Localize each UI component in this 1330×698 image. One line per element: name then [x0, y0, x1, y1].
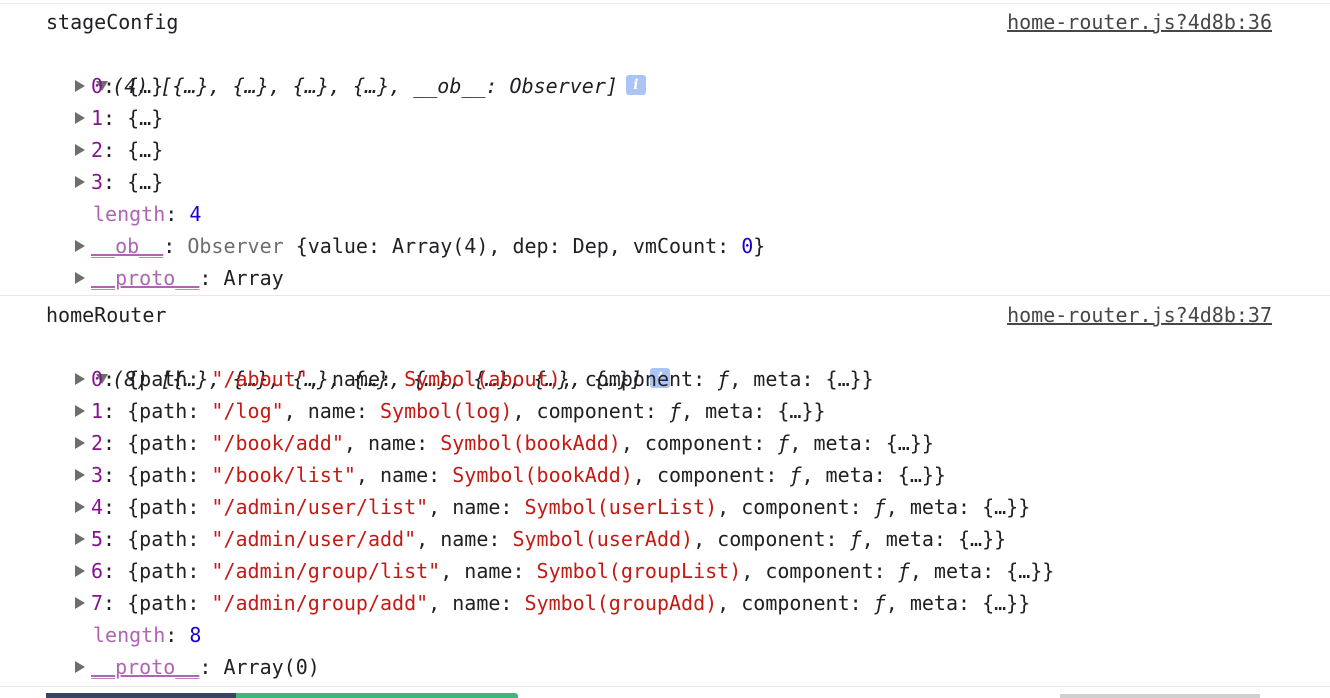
observer-property[interactable]: __ob__: Observer {value: Array(4), dep: …: [75, 230, 765, 262]
expand-triangle-right-icon[interactable]: [75, 372, 85, 385]
info-icon[interactable]: i: [625, 74, 646, 95]
route-path: "/admin/user/add": [211, 527, 417, 551]
expand-triangle-right-icon[interactable]: [75, 79, 85, 92]
route-path: "/book/add": [211, 431, 344, 455]
expand-triangle-right-icon[interactable]: [75, 564, 85, 577]
length-value: 4: [189, 202, 202, 226]
route-name: Symbol(log): [380, 399, 513, 423]
route-name: Symbol(userAdd): [512, 527, 694, 551]
function-glyph: ƒ: [873, 495, 886, 519]
route-entry[interactable]: 2: {path: "/book/add", name: Symbol(book…: [75, 427, 934, 459]
route-path: "/admin/user/list": [211, 495, 429, 519]
route-path: "/about": [211, 367, 308, 391]
function-glyph: ƒ: [873, 591, 886, 615]
route-name: Symbol(about): [404, 367, 561, 391]
log-label: homeRouter: [46, 303, 167, 327]
proto-key: __proto__: [91, 266, 200, 290]
expand-triangle-right-icon[interactable]: [75, 436, 85, 449]
length-key: length: [93, 202, 166, 226]
proto-key: __proto__: [91, 655, 200, 679]
expand-triangle-right-icon[interactable]: [75, 111, 85, 124]
array-entry[interactable]: 0: {…}: [75, 70, 163, 102]
entry-index: 1: [91, 399, 104, 423]
entry-index: 5: [91, 527, 104, 551]
expand-triangle-right-icon[interactable]: [75, 143, 85, 156]
route-path: "/admin/group/list": [211, 559, 441, 583]
route-path: "/book/list": [211, 463, 356, 487]
log-label: stageConfig: [46, 10, 179, 34]
length-value: 8: [189, 623, 202, 647]
route-name: Symbol(groupList): [536, 559, 742, 583]
entry-index: 2: [91, 431, 104, 455]
expand-triangle-right-icon[interactable]: [75, 239, 85, 252]
bottom-tab-green: [236, 693, 518, 698]
route-entry[interactable]: 0: {path: "/about", name: Symbol(about),…: [75, 363, 874, 395]
length-property: length: 8: [93, 623, 202, 647]
source-link[interactable]: home-router.js?4d8b:37: [1007, 299, 1272, 331]
length-property: length: 4: [93, 202, 202, 226]
entry-index: 0: [91, 367, 104, 391]
array-entry[interactable]: 3: {…}: [75, 166, 163, 198]
route-entry[interactable]: 3: {path: "/book/list", name: Symbol(boo…: [75, 459, 946, 491]
array-summary: (4) [{…}, {…}, {…}, {…}, __ob__: Observe…: [112, 74, 618, 98]
entry-index: 3: [91, 463, 104, 487]
proto-value: Array(0): [223, 655, 320, 679]
entry-index: 0: [91, 74, 104, 98]
expand-triangle-right-icon[interactable]: [75, 596, 85, 609]
entry-index: 3: [91, 170, 104, 194]
expand-triangle-right-icon[interactable]: [75, 660, 85, 673]
entry-value: {…}: [127, 170, 164, 194]
function-glyph: ƒ: [717, 367, 730, 391]
function-glyph: ƒ: [777, 431, 790, 455]
expand-triangle-right-icon[interactable]: [75, 468, 85, 481]
proto-value: Array: [223, 266, 284, 290]
array-entry[interactable]: 1: {…}: [75, 102, 163, 134]
route-name: Symbol(bookAdd): [452, 463, 633, 487]
route-path: "/admin/group/add": [211, 591, 429, 615]
length-key: length: [93, 623, 166, 647]
array-entry[interactable]: 2: {…}: [75, 134, 163, 166]
expand-triangle-right-icon[interactable]: [75, 271, 85, 284]
entry-value: {…}: [127, 138, 164, 162]
array-summary-row[interactable]: (4) [{…}, {…}, {…}, {…}, __ob__: Observe…: [48, 38, 646, 98]
entry-index: 4: [91, 495, 104, 519]
entry-value: {…}: [127, 106, 164, 130]
route-name: Symbol(userList): [524, 495, 718, 519]
route-name: Symbol(bookAdd): [440, 431, 621, 455]
entry-index: 7: [91, 591, 104, 615]
entry-index: 2: [91, 138, 104, 162]
function-glyph: ƒ: [897, 559, 910, 583]
source-link[interactable]: home-router.js?4d8b:36: [1007, 6, 1272, 38]
proto-property[interactable]: __proto__: Array(0): [75, 651, 320, 683]
entry-value: {…}: [127, 74, 164, 98]
route-entry[interactable]: 1: {path: "/log", name: Symbol(log), com…: [75, 395, 826, 427]
entry-index: 6: [91, 559, 104, 583]
bottom-scroll-hint: [1060, 694, 1260, 698]
route-entry[interactable]: 7: {path: "/admin/group/add", name: Symb…: [75, 587, 1030, 619]
expand-triangle-right-icon[interactable]: [75, 532, 85, 545]
proto-property[interactable]: __proto__: Array: [75, 262, 284, 294]
function-glyph: ƒ: [849, 527, 862, 551]
expand-triangle-right-icon[interactable]: [75, 404, 85, 417]
route-entry[interactable]: 6: {path: "/admin/group/list", name: Sym…: [75, 555, 1054, 587]
entry-index: 1: [91, 106, 104, 130]
function-glyph: ƒ: [789, 463, 802, 487]
array-summary-row[interactable]: (8) [{…}, {…}, {…}, {…}, {…}, {…}, {…}, …: [48, 331, 670, 391]
route-entry[interactable]: 4: {path: "/admin/user/list", name: Symb…: [75, 491, 1030, 523]
ob-key: __ob__: [91, 234, 164, 258]
expand-triangle-right-icon[interactable]: [75, 500, 85, 513]
route-name: Symbol(groupAdd): [524, 591, 718, 615]
ob-value: Observer {value: Array(4), dep: Dep, vmC…: [187, 234, 766, 258]
console-message-stage-config: stageConfig home-router.js?4d8b:36 (4) […: [0, 4, 1330, 296]
route-entry[interactable]: 5: {path: "/admin/user/add", name: Symbo…: [75, 523, 1006, 555]
bottom-tab-dark: [46, 693, 236, 698]
console-message-home-router: homeRouter home-router.js?4d8b:37 (8) [{…: [0, 297, 1330, 687]
expand-triangle-right-icon[interactable]: [75, 175, 85, 188]
function-glyph: ƒ: [669, 399, 682, 423]
route-path: "/log": [211, 399, 284, 423]
